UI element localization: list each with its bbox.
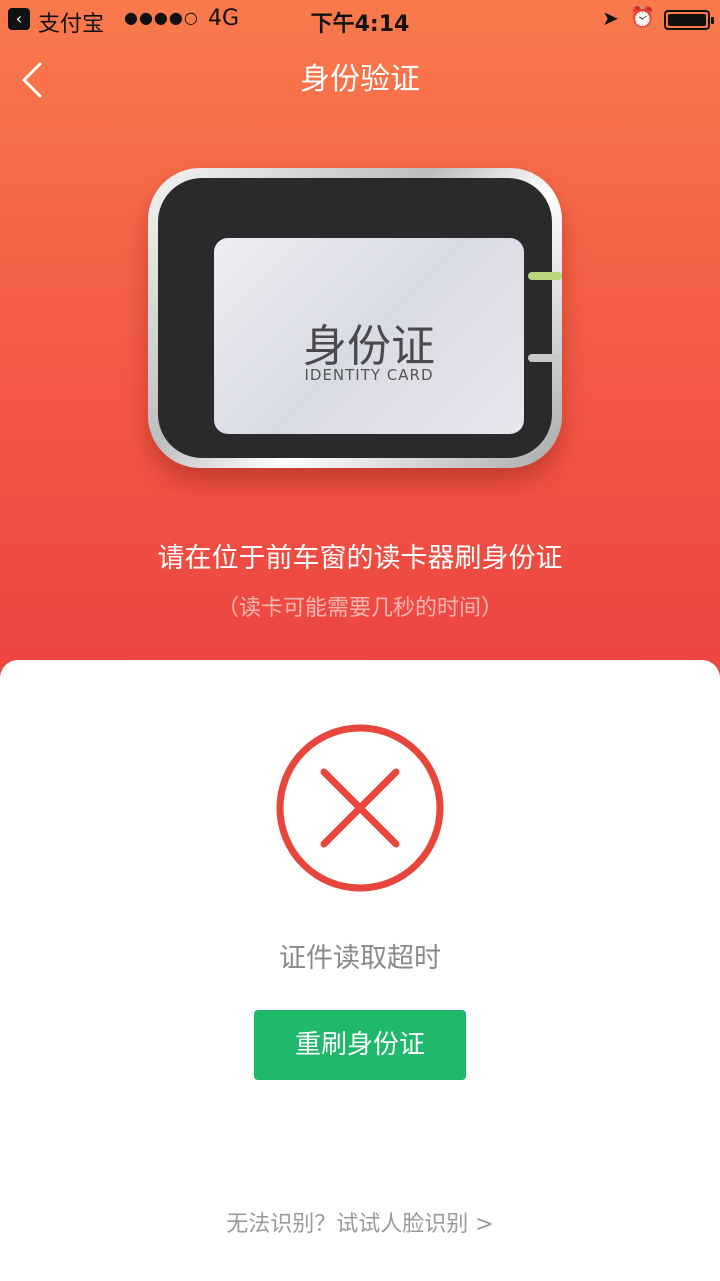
reader-slot — [528, 354, 562, 362]
alarm-clock-icon: ⏰ — [630, 5, 655, 29]
id-card-subtitle: IDENTITY CARD — [304, 366, 434, 384]
error-message: 证件读取超时 — [279, 943, 441, 974]
hint-text: （读卡可能需要几秒的时间） — [216, 596, 503, 621]
id-card-image: 身份证 IDENTITY CARD — [214, 238, 524, 434]
location-arrow-icon: ➤ — [602, 6, 619, 30]
retry-button[interactable]: 重刷身份证 — [254, 1010, 466, 1080]
battery-icon — [664, 10, 714, 30]
status-bar: ‹ 支付宝 ●●●●○ 4G 下午4:14 ➤ ⏰ — [0, 0, 720, 40]
id-card-title: 身份证 — [303, 321, 435, 372]
result-sheet: 证件读取超时 重刷身份证 无法识别？试试人脸识别 > — [0, 660, 720, 1281]
card-reader-illustration: 身份证 IDENTITY CARD — [148, 168, 572, 476]
page-title: 身份验证 — [300, 62, 420, 97]
face-recognition-link[interactable]: 无法识别？试试人脸识别 > — [0, 1206, 720, 1238]
error-x-icon — [274, 722, 446, 894]
instruction-text: 请在位于前车窗的读卡器刷身份证 — [157, 543, 563, 574]
header-background: ‹ 支付宝 ●●●●○ 4G 下午4:14 ➤ ⏰ 身份验证 身份证 IDENT… — [0, 0, 720, 700]
reader-indicator-light — [528, 272, 562, 280]
reader-body: 身份证 IDENTITY CARD — [158, 178, 552, 458]
